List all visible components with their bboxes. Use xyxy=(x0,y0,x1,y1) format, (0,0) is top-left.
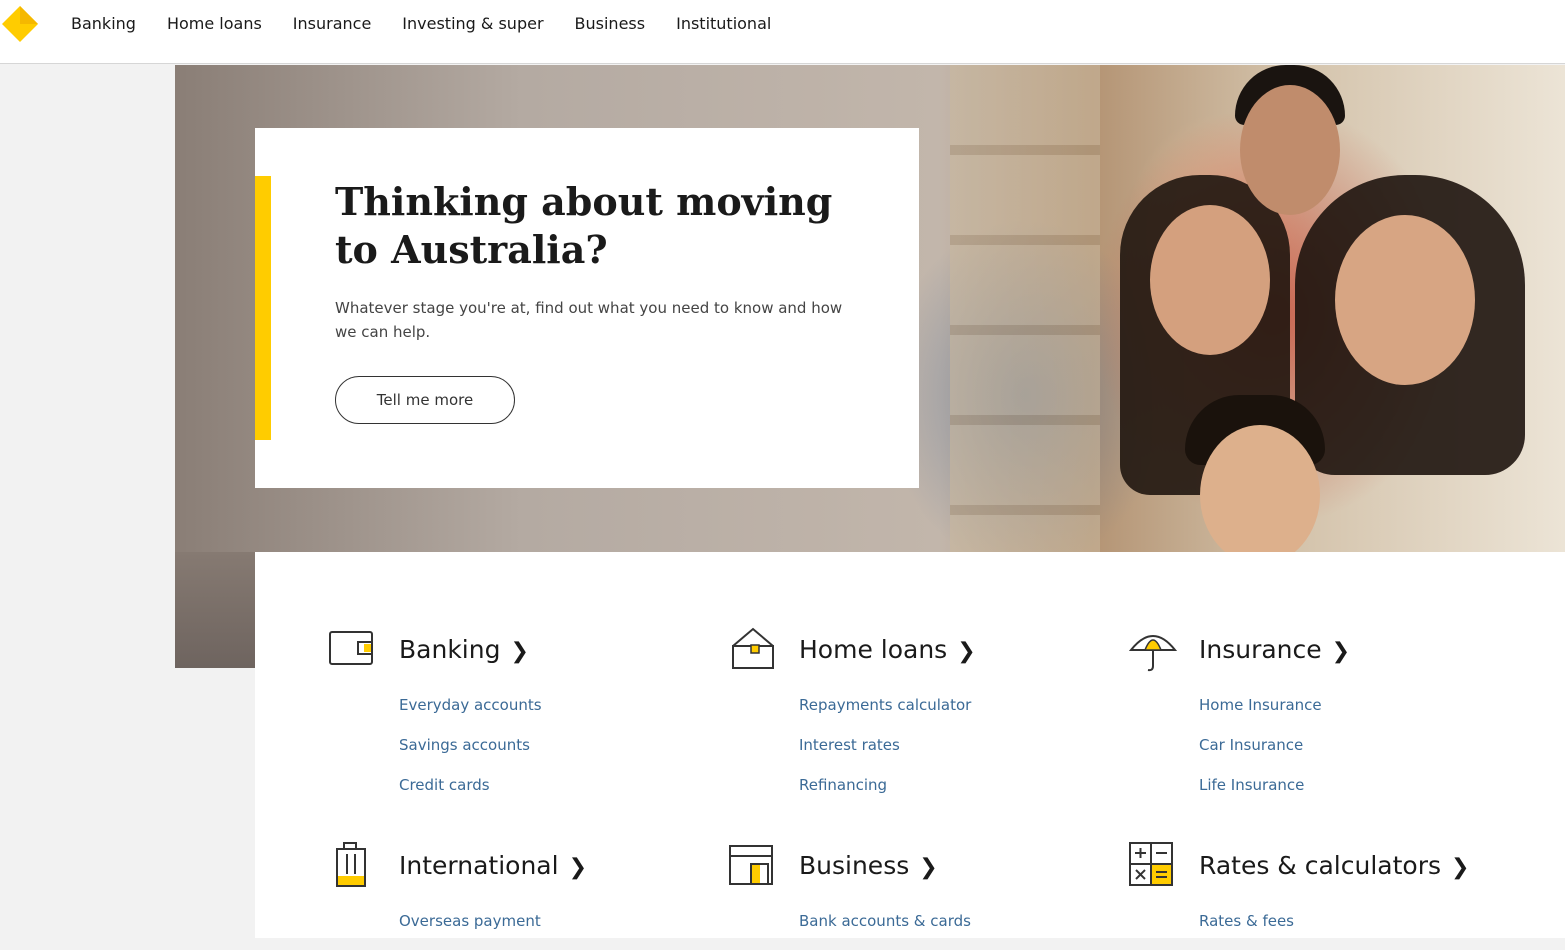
tell-me-more-button[interactable]: Tell me more xyxy=(335,376,515,424)
umbrella-icon xyxy=(1129,635,1177,672)
link-interest-rates[interactable]: Interest rates xyxy=(799,734,971,756)
hero-image-edge xyxy=(175,552,255,668)
chevron-right-icon: ❯ xyxy=(510,639,529,664)
father-face xyxy=(1240,85,1340,215)
category-title-home-loans[interactable]: Home loans ❯ xyxy=(799,634,976,668)
commbank-logo-icon[interactable] xyxy=(0,4,40,44)
chevron-right-icon: ❯ xyxy=(957,639,976,664)
link-car-insurance[interactable]: Car Insurance xyxy=(1199,734,1322,756)
link-home-insurance[interactable]: Home Insurance xyxy=(1199,694,1322,716)
nav-home-loans[interactable]: Home loans xyxy=(167,14,262,34)
nav-investing-super[interactable]: Investing & super xyxy=(402,14,543,34)
link-overseas-payment[interactable]: Overseas payment xyxy=(399,910,541,932)
link-bank-accounts-cards[interactable]: Bank accounts & cards xyxy=(799,910,971,932)
nav-insurance[interactable]: Insurance xyxy=(293,14,372,34)
link-life-insurance[interactable]: Life Insurance xyxy=(1199,774,1322,796)
hero-subtitle: Whatever stage you're at, find out what … xyxy=(335,299,843,341)
nav-institutional[interactable]: Institutional xyxy=(676,14,771,34)
category-title-banking[interactable]: Banking ❯ xyxy=(399,634,529,668)
category-title-international[interactable]: International ❯ xyxy=(399,850,587,884)
chevron-right-icon: ❯ xyxy=(568,855,587,880)
link-credit-cards[interactable]: Credit cards xyxy=(399,774,542,796)
link-savings-accounts[interactable]: Savings accounts xyxy=(399,734,542,756)
house-icon xyxy=(732,627,774,669)
hero-card: Thinking about moving to Australia? What… xyxy=(255,128,919,488)
chevron-right-icon: ❯ xyxy=(1451,855,1470,880)
calculator-icon xyxy=(1129,842,1173,886)
boy-face xyxy=(1200,425,1320,552)
chevron-right-icon: ❯ xyxy=(1331,639,1351,664)
nav-banking[interactable]: Banking xyxy=(71,14,136,34)
nav-business[interactable]: Business xyxy=(575,14,646,34)
wallet-icon xyxy=(329,631,373,665)
girl-face xyxy=(1150,205,1270,355)
category-title-insurance[interactable]: Insurance ❯ xyxy=(1199,634,1350,668)
link-everyday-accounts[interactable]: Everyday accounts xyxy=(399,694,542,716)
mother-face xyxy=(1335,215,1475,385)
category-title-business[interactable]: Business ❯ xyxy=(799,850,938,884)
link-repayments-calculator[interactable]: Repayments calculator xyxy=(799,694,971,716)
chevron-right-icon: ❯ xyxy=(919,855,938,880)
door-frame-decoration xyxy=(950,65,1100,552)
link-refinancing[interactable]: Refinancing xyxy=(799,774,971,796)
shopfront-icon xyxy=(729,845,773,885)
top-navigation: Banking Home loans Insurance Investing &… xyxy=(0,0,1565,64)
link-rates-fees[interactable]: Rates & fees xyxy=(1199,910,1294,932)
hero-title: Thinking about moving to Australia? xyxy=(335,179,833,272)
category-title-rates-calculators[interactable]: Rates & calculators ❯ xyxy=(1199,850,1469,884)
suitcase-icon xyxy=(336,842,366,887)
hero-accent-bar xyxy=(255,176,271,440)
